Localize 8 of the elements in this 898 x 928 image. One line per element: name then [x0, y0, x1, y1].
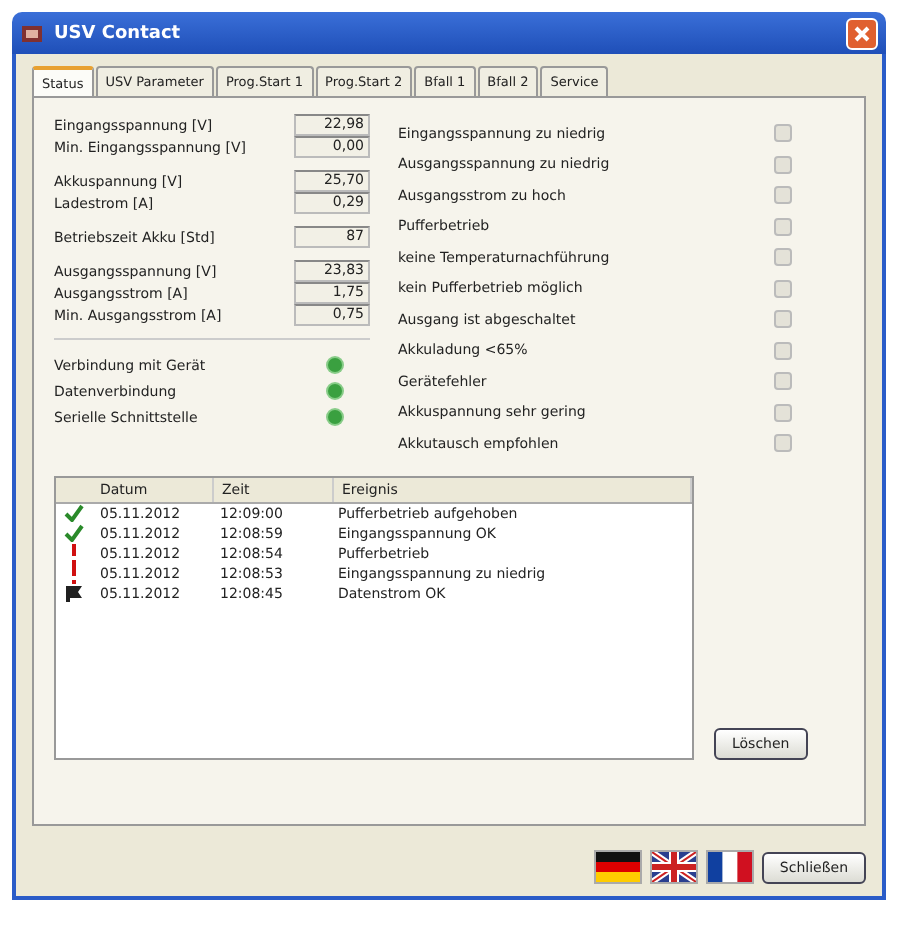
british-flag-icon[interactable]	[649, 850, 698, 884]
close-icon	[852, 23, 872, 43]
flag-icon	[64, 584, 84, 602]
french-flag-icon[interactable]	[705, 850, 754, 884]
app-icon	[20, 21, 44, 45]
german-flag-icon[interactable]	[593, 850, 642, 884]
window-title: USV Contact	[54, 23, 183, 43]
close-button[interactable]	[846, 17, 878, 49]
